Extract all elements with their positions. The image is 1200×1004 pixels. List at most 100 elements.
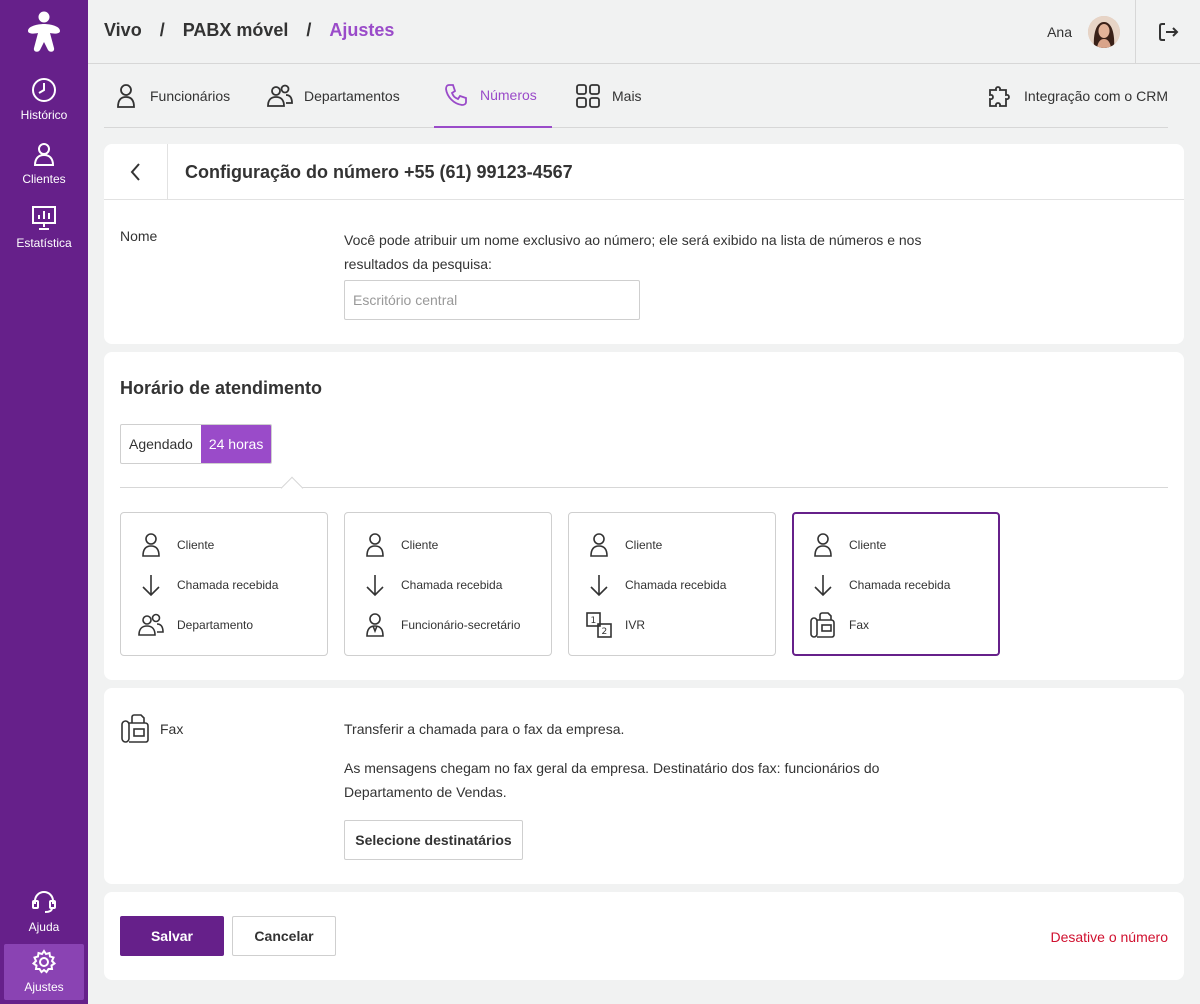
flow-row-label: Cliente — [177, 538, 215, 552]
person-icon — [117, 84, 135, 108]
tab-integracao-crm[interactable]: Integração com o CRM — [986, 64, 1168, 128]
config-header: Configuração do número +55 (61) 99123-45… — [104, 144, 1184, 200]
flow-row: 12 IVR — [585, 611, 645, 639]
sidebar-item-label: Estatística — [16, 236, 72, 250]
sidebar: Histórico Clientes Estatística Ajuda Aju… — [0, 0, 88, 1004]
option-24-horas[interactable]: 24 horas — [200, 425, 272, 463]
logout-icon[interactable] — [1156, 20, 1180, 44]
breadcrumb: Vivo / PABX móvel / Ajustes — [104, 20, 394, 41]
flow-row: Cliente — [809, 531, 886, 559]
avatar[interactable] — [1088, 16, 1120, 48]
breadcrumb-item-ajustes: Ajustes — [329, 20, 395, 40]
person-icon — [814, 533, 832, 557]
person-icon — [590, 533, 608, 557]
sidebar-item-label: Histórico — [20, 108, 68, 122]
person-icon — [142, 533, 160, 557]
sidebar-item-ajuda[interactable]: Ajuda — [4, 884, 84, 940]
tab-mais[interactable]: Mais — [574, 64, 642, 128]
tab-funcionarios[interactable]: Funcionários — [112, 64, 230, 128]
header-divider — [1135, 0, 1136, 64]
secretary-icon — [366, 613, 384, 637]
sidebar-item-label: Ajuda — [28, 920, 60, 934]
tab-label: Integração com o CRM — [1024, 88, 1168, 104]
user-name[interactable]: Ana — [1047, 24, 1072, 40]
flow-row-label: Chamada recebida — [177, 578, 279, 592]
gear-icon — [31, 949, 57, 974]
people-icon — [138, 613, 164, 636]
sidebar-item-ajustes[interactable]: Ajustes — [4, 944, 84, 1000]
tab-label: Funcionários — [150, 88, 231, 104]
schedule-card: Horário de atendimento Agendado 24 horas… — [104, 352, 1184, 680]
grid-icon — [576, 84, 600, 108]
fax-description: Transferir a chamada para o fax da empre… — [344, 721, 625, 737]
section-title: Horário de atendimento — [120, 378, 323, 398]
save-button[interactable]: Salvar — [120, 916, 224, 956]
tab-numeros[interactable]: Números — [434, 64, 552, 128]
flow-row-label: Cliente — [625, 538, 663, 552]
headset-icon — [32, 890, 56, 913]
cancel-button[interactable]: Cancelar — [232, 916, 336, 956]
number-config-card: Configuração do número +55 (61) 99123-45… — [104, 144, 1184, 344]
name-input[interactable] — [344, 280, 640, 320]
divider — [120, 487, 1168, 488]
flow-card-departamento[interactable]: Cliente Chamada recebida Departamento — [120, 512, 328, 656]
fax-recipients-info: As mensagens chegam no fax geral da empr… — [344, 760, 880, 800]
vivo-logo-icon[interactable] — [24, 10, 64, 54]
name-description: Você pode atribuir um nome exclusivo ao … — [344, 232, 922, 272]
arrow-down-icon — [814, 575, 832, 597]
flow-row: Funcionário-secretário — [361, 611, 520, 639]
breadcrumb-item-vivo[interactable]: Vivo — [104, 20, 142, 41]
flow-row: Cliente — [585, 531, 662, 559]
select-recipients-button[interactable]: Selecione destinatários — [344, 820, 523, 860]
tab-label: Departamentos — [304, 88, 400, 104]
fax-label: Fax — [160, 721, 184, 737]
deactivate-number-link[interactable]: Desative o número — [1050, 929, 1168, 945]
person-icon — [366, 533, 384, 557]
chevron-left-icon — [130, 163, 140, 181]
flow-row: Fax — [809, 611, 869, 639]
fax-card: Fax Transferir a chamada para o fax da e… — [104, 688, 1184, 884]
option-agendado[interactable]: Agendado — [121, 425, 201, 463]
clock-icon — [32, 78, 56, 102]
tab-label: Números — [480, 87, 537, 103]
sidebar-item-historico[interactable]: Histórico — [4, 72, 84, 128]
person-icon — [33, 143, 55, 166]
sidebar-item-clientes[interactable]: Clientes — [4, 136, 84, 192]
flow-row: Chamada recebida — [809, 571, 950, 599]
flow-row-label: Cliente — [849, 538, 887, 552]
flow-card-funcionario-secretario[interactable]: Cliente Chamada recebida Funcionário-sec… — [344, 512, 552, 656]
phone-icon — [445, 84, 467, 106]
flow-row-label: Cliente — [401, 538, 439, 552]
sidebar-item-estatistica[interactable]: Estatística — [4, 200, 84, 256]
tab-departamentos[interactable]: Departamentos — [266, 64, 400, 128]
flow-card-fax[interactable]: Cliente Chamada recebida Fax — [792, 512, 1000, 656]
flow-row: Chamada recebida — [137, 571, 278, 599]
top-header: Vivo / PABX móvel / Ajustes Ana — [88, 0, 1200, 64]
puzzle-icon — [989, 86, 1010, 107]
flow-row-label: Chamada recebida — [401, 578, 503, 592]
chart-board-icon — [32, 206, 56, 230]
fax-icon — [121, 714, 149, 743]
page-title: Configuração do número +55 (61) 99123-45… — [185, 162, 573, 182]
breadcrumb-item-pabx[interactable]: PABX móvel — [183, 20, 289, 41]
arrow-down-icon — [142, 575, 160, 597]
flow-row: Cliente — [361, 531, 438, 559]
name-label: Nome — [120, 228, 158, 244]
flow-row-label: IVR — [625, 618, 646, 632]
flow-card-ivr[interactable]: Cliente Chamada recebida 12 IVR — [568, 512, 776, 656]
back-button[interactable] — [104, 144, 168, 200]
svg-text:1: 1 — [591, 616, 597, 626]
arrow-down-icon — [590, 575, 608, 597]
flow-row-label: Funcionário-secretário — [401, 618, 521, 632]
flow-row: Chamada recebida — [361, 571, 502, 599]
arrow-down-icon — [366, 575, 384, 597]
actions-card: Salvar Cancelar Desative o número — [104, 892, 1184, 980]
flow-row: Chamada recebida — [585, 571, 726, 599]
divider-notch — [280, 476, 304, 500]
sidebar-item-label: Clientes — [22, 172, 66, 186]
fax-icon — [810, 612, 835, 638]
schedule-toggle: Agendado 24 horas — [120, 424, 273, 464]
svg-text:2: 2 — [602, 627, 608, 637]
tab-label: Mais — [612, 88, 642, 104]
people-icon — [267, 84, 293, 107]
